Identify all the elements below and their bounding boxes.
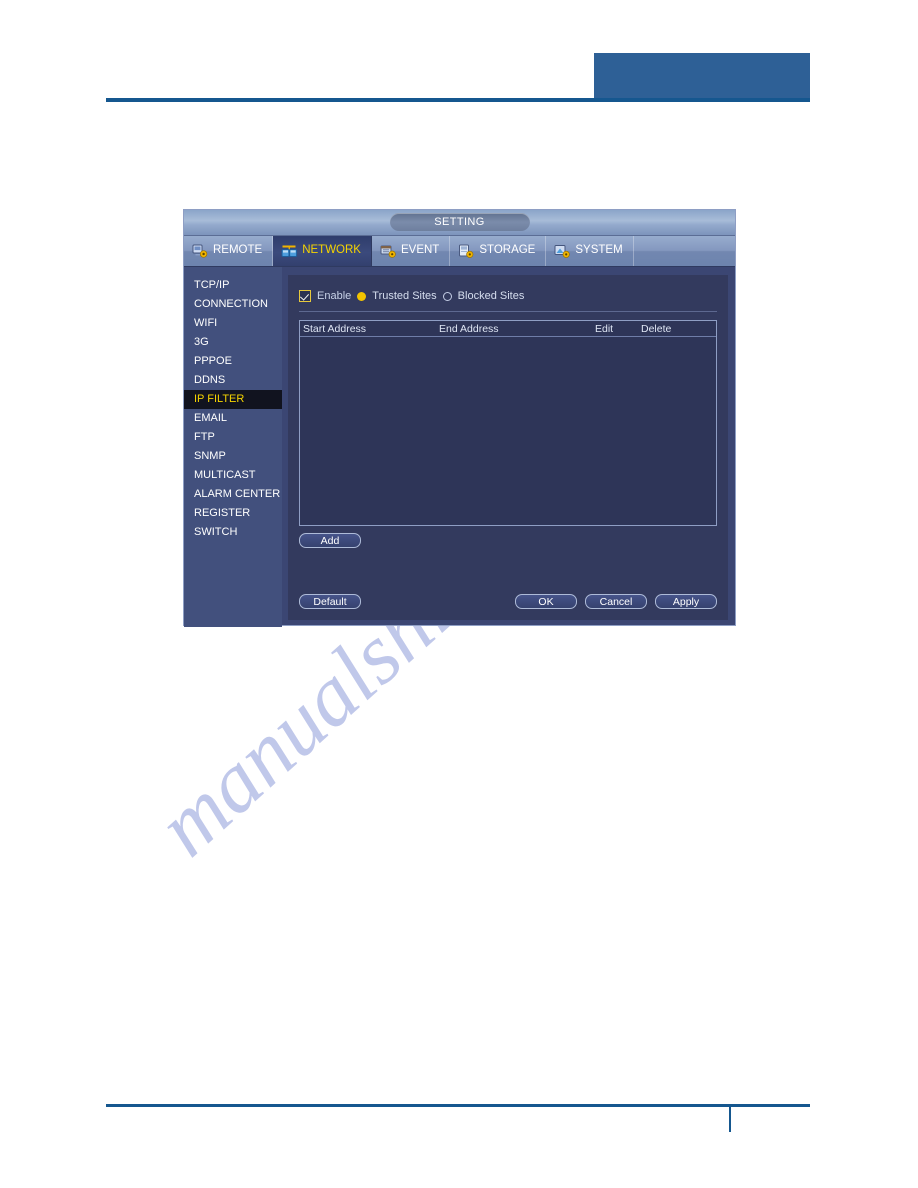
default-button[interactable]: Default — [299, 594, 361, 609]
blocked-sites-radio[interactable] — [442, 291, 452, 301]
tab-system[interactable]: SYSTEM — [546, 236, 634, 266]
tab-remote-label: REMOTE — [213, 244, 263, 257]
tab-bar: REMOTE NETWORK EVENT STORAGE SYSTEM — [184, 236, 735, 267]
enable-checkbox[interactable] — [299, 290, 311, 302]
sidebar-item-ddns[interactable]: DDNS — [184, 371, 282, 390]
ip-filter-table: Start Address End Address Edit Delete — [299, 320, 717, 526]
storage-gear-icon — [458, 244, 475, 259]
dialog-titlebar: SETTING — [184, 210, 735, 236]
column-header-end-address: End Address — [439, 323, 499, 335]
sidebar-item-3g[interactable]: 3G — [184, 333, 282, 352]
tab-event-label: EVENT — [400, 244, 440, 257]
sidebar-item-ip-filter[interactable]: IP FILTER — [184, 390, 282, 409]
header-rule — [106, 98, 810, 102]
tab-storage[interactable]: STORAGE — [450, 236, 547, 266]
footer-rule — [106, 1104, 810, 1107]
sidebar-item-snmp[interactable]: SNMP — [184, 447, 282, 466]
tab-remote[interactable]: REMOTE — [184, 236, 274, 266]
sidebar-item-wifi[interactable]: WIFI — [184, 314, 282, 333]
column-header-edit: Edit — [595, 323, 614, 335]
sidebar-item-pppoe[interactable]: PPPOE — [184, 352, 282, 371]
column-header-start-address: Start Address — [303, 323, 367, 335]
enable-label: Enable — [317, 290, 352, 302]
footer-tick — [729, 1104, 731, 1132]
network-icon — [281, 244, 298, 259]
dialog-title: SETTING — [389, 213, 530, 231]
column-header-delete: Delete — [641, 323, 672, 335]
sidebar-item-switch[interactable]: SWITCH — [184, 523, 282, 542]
add-row: Add — [299, 533, 728, 548]
tab-event[interactable]: EVENT — [372, 236, 451, 266]
header-accent-block — [594, 53, 810, 99]
tab-network-label: NETWORK — [302, 244, 361, 257]
tab-system-label: SYSTEM — [575, 244, 623, 257]
sidebar-item-ftp[interactable]: FTP — [184, 428, 282, 447]
trusted-sites-radio[interactable] — [357, 291, 367, 301]
content-panel: Enable Trusted Sites Blocked Sites Start… — [288, 275, 728, 620]
action-right-group: OK Cancel Apply — [515, 594, 717, 609]
table-header-row: Start Address End Address Edit Delete — [300, 321, 716, 337]
event-gear-icon — [380, 244, 397, 259]
table-body-empty[interactable] — [300, 337, 716, 525]
action-row: Default OK Cancel Apply — [299, 594, 717, 609]
setting-dialog: SETTING REMOTE NETWORK EVENT STORAGE SYS… — [183, 209, 736, 627]
add-button[interactable]: Add — [299, 533, 361, 548]
cancel-button[interactable]: Cancel — [585, 594, 647, 609]
sidebar-item-alarm-center[interactable]: ALARM CENTER — [184, 485, 282, 504]
ok-button[interactable]: OK — [515, 594, 577, 609]
section-divider — [299, 311, 717, 312]
system-gear-icon — [554, 244, 571, 259]
tab-storage-label: STORAGE — [479, 244, 536, 257]
sidebar-item-multicast[interactable]: MULTICAST — [184, 466, 282, 485]
tab-network[interactable]: NETWORK — [273, 236, 372, 266]
sidebar-item-email[interactable]: EMAIL — [184, 409, 282, 428]
sidebar: TCP/IP CONNECTION WIFI 3G PPPOE DDNS IP … — [184, 267, 282, 627]
sidebar-item-register[interactable]: REGISTER — [184, 504, 282, 523]
blocked-sites-label: Blocked Sites — [457, 290, 525, 302]
dialog-body: TCP/IP CONNECTION WIFI 3G PPPOE DDNS IP … — [184, 267, 735, 627]
apply-button[interactable]: Apply — [655, 594, 717, 609]
remote-gear-icon — [192, 244, 209, 259]
sidebar-item-connection[interactable]: CONNECTION — [184, 295, 282, 314]
enable-row: Enable Trusted Sites Blocked Sites — [288, 275, 728, 302]
trusted-sites-label: Trusted Sites — [372, 290, 437, 302]
sidebar-item-tcp-ip[interactable]: TCP/IP — [184, 276, 282, 295]
